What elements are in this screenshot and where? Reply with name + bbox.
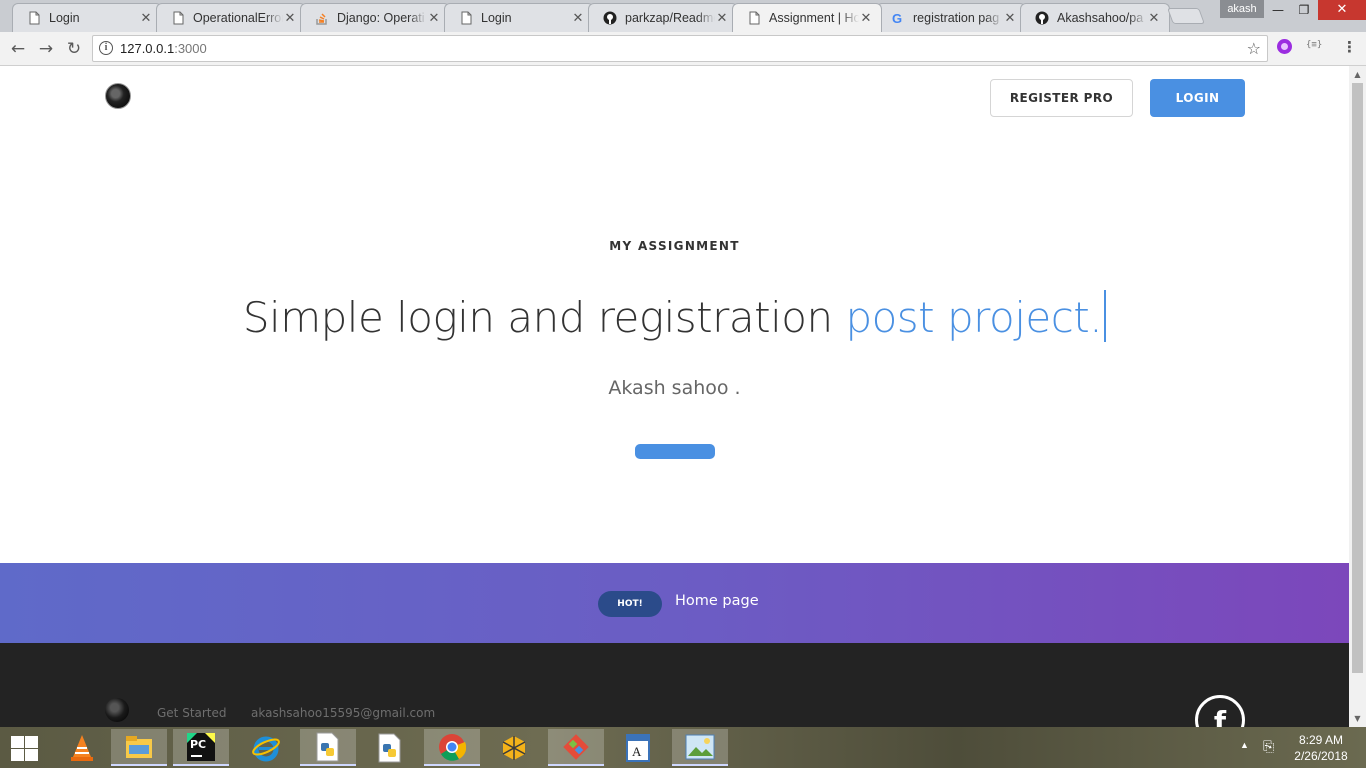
info-icon[interactable]: i — [99, 41, 113, 55]
python-file-icon[interactable] — [362, 729, 418, 766]
windows-start-icon[interactable] — [9, 735, 39, 761]
close-tab-icon[interactable]: ✕ — [283, 10, 297, 26]
menu-icon[interactable]: ⋮ — [1342, 38, 1357, 56]
json-extension-icon[interactable]: {≡} — [1306, 40, 1322, 50]
tab-title: Akashsahoo/pa — [1057, 11, 1144, 25]
browser-tab[interactable]: parkzap/Readme ✕ — [588, 3, 738, 32]
extension-icon[interactable] — [1277, 39, 1292, 54]
headline-accent: post project. — [845, 293, 1103, 342]
promo-banner: HOT! Home page — [0, 563, 1349, 643]
close-tab-icon[interactable]: ✕ — [427, 10, 441, 26]
close-tab-icon[interactable]: ✕ — [859, 10, 873, 26]
tab-title: parkzap/Readme — [625, 11, 715, 25]
hero-eyebrow: MY ASSIGNMENT — [609, 239, 740, 253]
email-link[interactable]: akashsahoo15595@gmail.com — [251, 706, 435, 720]
restore-button[interactable]: ❐ — [1289, 0, 1319, 20]
scrollbar-thumb[interactable] — [1352, 83, 1363, 673]
page-icon — [171, 11, 185, 25]
close-window-button[interactable]: ✕ — [1318, 0, 1366, 20]
tab-title: Assignment | Ho — [769, 11, 859, 25]
profile-button[interactable]: akash — [1220, 0, 1264, 18]
close-tab-icon[interactable]: ✕ — [1147, 10, 1161, 26]
reload-icon[interactable]: ↻ — [62, 37, 86, 61]
github-icon — [603, 11, 617, 25]
tab-title: Login — [49, 11, 80, 25]
login-button[interactable]: LOGIN — [1150, 79, 1245, 117]
browser-tab[interactable]: Gregistration pag ✕ — [876, 3, 1026, 32]
site-footer: Get Started akashsahoo15595@gmail.com f — [0, 643, 1349, 727]
back-arrow-icon[interactable]: ← — [6, 37, 30, 61]
browser-tab[interactable]: Login ✕ — [444, 3, 594, 32]
tab-title: registration pag — [913, 11, 1000, 25]
clock-time[interactable]: 8:29 AM — [1296, 733, 1346, 747]
headline-main: Simple login and registration — [242, 293, 846, 342]
get-started-link[interactable]: Get Started — [157, 706, 227, 720]
tray-expand-icon[interactable]: ▲ — [1240, 740, 1249, 750]
tab-title: OperationalError — [193, 11, 283, 25]
tab-title: Django: Operati — [337, 11, 425, 25]
home-page-link[interactable]: Home page — [675, 593, 759, 609]
page-icon — [747, 11, 761, 25]
close-tab-icon[interactable]: ✕ — [139, 10, 153, 26]
photos-icon[interactable] — [672, 729, 728, 766]
pycharm-icon[interactable]: PC — [173, 729, 229, 766]
github-icon — [1035, 11, 1049, 25]
page-viewport: REGISTER PRO LOGIN MY ASSIGNMENT Simple … — [0, 66, 1349, 727]
close-tab-icon[interactable]: ✕ — [715, 10, 729, 26]
clock-date[interactable]: 2/26/2018 — [1292, 749, 1350, 763]
stackoverflow-icon — [315, 11, 329, 25]
hero-author: Akash sahoo . — [608, 377, 741, 399]
pycharm-label: PC — [190, 738, 206, 751]
vlc-icon[interactable] — [54, 729, 110, 766]
hero-cta-button[interactable] — [635, 444, 715, 459]
close-tab-icon[interactable]: ✕ — [571, 10, 585, 26]
hero-headline: Simple login and registration post proje… — [0, 290, 1349, 342]
browser-tab[interactable]: Login ✕ — [12, 3, 162, 32]
file-explorer-icon[interactable] — [111, 729, 167, 766]
google-icon: G — [891, 11, 905, 25]
wordpad-icon[interactable]: A — [610, 729, 666, 766]
tab-strip: Login ✕ OperationalError ✕ Django: Operati ✕ L… — [0, 0, 1366, 32]
address-bar[interactable]: i 127.0.0.1:3000 ☆ — [92, 35, 1268, 62]
internet-explorer-icon[interactable] — [238, 729, 294, 766]
new-tab-button[interactable] — [1167, 8, 1205, 24]
url-text: 127.0.0.1:3000 — [120, 41, 207, 56]
browser-tab[interactable]: OperationalError ✕ — [156, 3, 306, 32]
chrome-icon[interactable] — [424, 729, 480, 766]
facebook-icon[interactable]: f — [1195, 695, 1245, 727]
browser-tab[interactable]: Akashsahoo/pa ✕ — [1020, 3, 1170, 32]
register-pro-button[interactable]: REGISTER PRO — [990, 79, 1133, 117]
hot-badge: HOT! — [598, 591, 662, 617]
page-icon — [27, 11, 41, 25]
bookmark-star-icon[interactable]: ☆ — [1247, 39, 1261, 58]
browser-tab[interactable]: Django: Operati ✕ — [300, 3, 450, 32]
scroll-down-icon[interactable]: ▼ — [1349, 714, 1366, 723]
typing-cursor — [1104, 290, 1107, 342]
page-icon — [459, 11, 473, 25]
site-logo[interactable] — [105, 83, 131, 109]
network-icon[interactable]: ⎘ — [1263, 738, 1274, 755]
footer-logo[interactable] — [105, 698, 129, 722]
svg-text:G: G — [892, 11, 902, 25]
browser-toolbar: ← → ↻ i 127.0.0.1:3000 ☆ — [0, 32, 1366, 66]
git-icon[interactable] — [548, 729, 604, 766]
windows-taskbar: PC A ▲ ⎘ 8:29 AM 2/26/2018 — [0, 727, 1366, 768]
forward-arrow-icon[interactable]: → — [34, 37, 58, 61]
close-tab-icon[interactable]: ✕ — [1003, 10, 1017, 26]
page-scrollbar[interactable]: ▲ ▼ — [1349, 66, 1366, 727]
svg-text:A: A — [632, 744, 642, 759]
scroll-up-icon[interactable]: ▲ — [1349, 70, 1366, 79]
python-file-icon[interactable] — [300, 729, 356, 766]
tab-title: Login — [481, 11, 512, 25]
virtualbox-icon[interactable] — [486, 729, 542, 766]
browser-tab[interactable]: Assignment | Ho ✕ — [732, 3, 882, 32]
